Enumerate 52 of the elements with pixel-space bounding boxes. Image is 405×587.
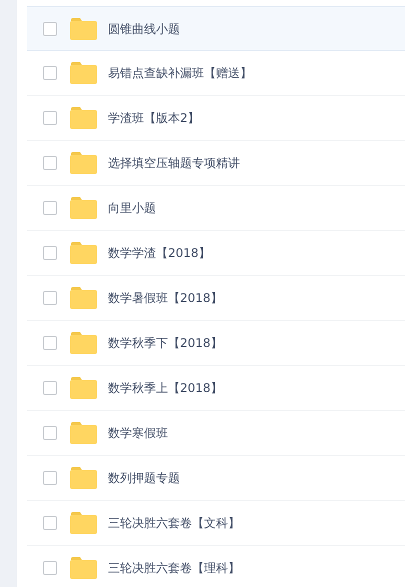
folder-icon	[70, 18, 97, 40]
folder-icon	[70, 287, 97, 309]
folder-icon	[70, 62, 97, 84]
folder-icon	[70, 422, 97, 444]
folder-icon	[70, 242, 97, 264]
folder-icon	[70, 107, 97, 129]
folder-icon	[70, 197, 97, 219]
folder-name: 选择填空压轴题专项精讲	[108, 155, 240, 172]
folder-row[interactable]: 数学秋季下【2018】	[27, 321, 405, 366]
folder-row[interactable]: 数学寒假班	[27, 411, 405, 456]
folder-row[interactable]: 三轮决胜六套卷【文科】	[27, 501, 405, 546]
folder-icon	[70, 377, 97, 399]
checkbox[interactable]	[43, 66, 57, 80]
checkbox[interactable]	[43, 22, 57, 36]
checkbox[interactable]	[43, 381, 57, 395]
folder-name: 易错点查缺补漏班【赠送】	[108, 65, 252, 82]
folder-name: 数学秋季上【2018】	[108, 380, 223, 397]
folder-row[interactable]: 向里小题	[27, 186, 405, 231]
folder-row[interactable]: 数学学渣【2018】	[27, 231, 405, 276]
folder-icon	[70, 512, 97, 534]
folder-name: 向里小题	[108, 200, 156, 217]
checkbox[interactable]	[43, 516, 57, 530]
folder-name: 数学学渣【2018】	[108, 245, 211, 262]
folder-name: 三轮决胜六套卷【理科】	[108, 560, 240, 577]
folder-icon	[70, 467, 97, 489]
folder-icon	[70, 332, 97, 354]
folder-name: 数列押题专题	[108, 470, 180, 487]
checkbox[interactable]	[43, 426, 57, 440]
folder-row[interactable]: 易错点查缺补漏班【赠送】	[27, 51, 405, 96]
checkbox[interactable]	[43, 291, 57, 305]
checkbox[interactable]	[43, 156, 57, 170]
folder-icon	[70, 152, 97, 174]
folder-name: 三轮决胜六套卷【文科】	[108, 515, 240, 532]
checkbox[interactable]	[43, 111, 57, 125]
folder-row[interactable]: 圆锥曲线小题	[27, 6, 405, 51]
folder-row[interactable]: 三轮决胜六套卷【理科】	[27, 546, 405, 587]
checkbox[interactable]	[43, 246, 57, 260]
folder-row[interactable]: 学渣班【版本2】	[27, 96, 405, 141]
checkbox[interactable]	[43, 561, 57, 575]
checkbox[interactable]	[43, 336, 57, 350]
checkbox[interactable]	[43, 471, 57, 485]
folder-name: 数学暑假班【2018】	[108, 290, 223, 307]
folder-icon	[70, 557, 97, 579]
folder-row[interactable]: 数列押题专题	[27, 456, 405, 501]
folder-name: 数学寒假班	[108, 425, 168, 442]
folder-row[interactable]: 数学暑假班【2018】	[27, 276, 405, 321]
folder-row[interactable]: 数学秋季上【2018】	[27, 366, 405, 411]
folder-name: 学渣班【版本2】	[108, 110, 200, 127]
folder-name: 数学秋季下【2018】	[108, 335, 223, 352]
folder-row[interactable]: 选择填空压轴题专项精讲	[27, 141, 405, 186]
checkbox[interactable]	[43, 201, 57, 215]
folder-name: 圆锥曲线小题	[108, 20, 180, 38]
